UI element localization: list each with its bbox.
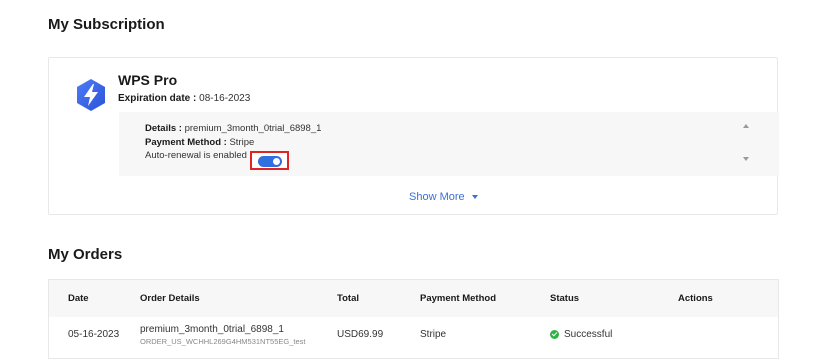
details-line: Details : premium_3month_0trial_6898_1	[145, 123, 321, 134]
show-more-button[interactable]: Show More	[409, 191, 478, 203]
scroll-down-arrow-icon[interactable]	[743, 157, 749, 161]
column-status: Status	[550, 293, 580, 304]
details-label: Details :	[145, 123, 182, 134]
order-date: 05-16-2023	[68, 329, 120, 340]
auto-renewal-text: Auto-renewal is enabled	[145, 150, 247, 161]
column-total: Total	[337, 293, 359, 304]
order-status: Successful	[550, 329, 612, 340]
payment-method-value: Stripe	[229, 137, 255, 148]
order-total: USD69.99	[337, 329, 384, 340]
details-value: premium_3month_0trial_6898_1	[184, 123, 322, 134]
orders-table-header: Date Order Details Total Payment Method …	[49, 280, 778, 317]
order-title: premium_3month_0trial_6898_1	[140, 324, 284, 335]
order-payment-method: Stripe	[420, 329, 447, 340]
wps-logo-icon	[77, 79, 105, 111]
column-order-details: Order Details	[140, 293, 200, 304]
auto-renewal-toggle[interactable]	[258, 156, 282, 167]
orders-table: Date Order Details Total Payment Method …	[48, 279, 779, 359]
auto-renewal-highlight	[250, 151, 289, 170]
check-circle-icon	[550, 329, 559, 339]
expiration-date: Expiration date : 08-16-2023	[118, 93, 250, 104]
column-date: Date	[68, 293, 89, 304]
payment-method-label: Payment Method :	[145, 137, 227, 148]
subscription-details-box: Details : premium_3month_0trial_6898_1 P…	[119, 112, 779, 176]
scroll-up-arrow-icon[interactable]	[743, 124, 749, 128]
expiration-label: Expiration date :	[118, 93, 197, 104]
column-actions: Actions	[678, 293, 713, 304]
order-id: ORDER_US_WCHHL269G4HM531NT55EG_test	[140, 337, 306, 346]
expiration-value: 08-16-2023	[199, 93, 251, 104]
subscription-heading: My Subscription	[48, 16, 165, 33]
payment-method-line: Payment Method : Stripe	[145, 137, 254, 148]
orders-heading: My Orders	[48, 246, 123, 263]
show-more-label: Show More	[409, 191, 465, 203]
toggle-knob	[273, 158, 280, 165]
caret-down-icon	[471, 195, 478, 200]
product-name: WPS Pro	[118, 72, 178, 88]
column-payment-method: Payment Method	[420, 293, 497, 304]
order-status-text: Successful	[564, 329, 613, 340]
